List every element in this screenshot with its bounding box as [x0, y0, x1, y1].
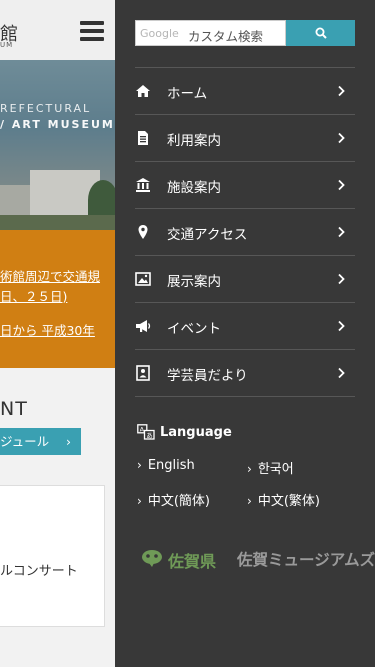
home-icon — [136, 85, 150, 97]
map-pin-icon — [138, 225, 148, 239]
hero-text-line2: / ART MUSEUM — [0, 118, 115, 131]
building-icon — [136, 178, 150, 192]
notice-link[interactable]: 術館周辺で交通規 — [0, 266, 100, 285]
menu-item-guide[interactable]: 利用案内 — [135, 115, 355, 162]
megaphone-icon — [136, 320, 151, 332]
navigation-drawer: Google カスタム検索 ホーム 利用案内 施設案内 交通アクセス 展示案内 … — [115, 0, 375, 667]
chevron-right-icon: › — [247, 494, 252, 508]
event-card-title: ルコンサート — [0, 564, 78, 579]
chevron-right-icon — [338, 320, 345, 332]
menu-item-label: イベント — [167, 321, 221, 337]
menu-item-label: 利用案内 — [167, 133, 221, 149]
image-icon — [135, 272, 151, 286]
chevron-right-icon — [338, 132, 345, 144]
hero-text-line1: REFECTURAL — [0, 102, 92, 115]
chevron-right-icon — [338, 367, 345, 379]
search-input[interactable]: Google カスタム検索 — [135, 20, 286, 46]
language-link-simplified-chinese[interactable]: › 中文(簡体) — [137, 490, 210, 509]
menu-item-label: 施設案内 — [167, 180, 221, 196]
menu-item-label: 交通アクセス — [167, 227, 248, 243]
menu-item-events[interactable]: イベント — [135, 303, 355, 350]
menu-item-curator-news[interactable]: 学芸員だより — [135, 350, 355, 397]
saga-museums-logo[interactable]: 佐賀ミュージアムズ — [237, 548, 375, 570]
chevron-right-icon: › — [137, 458, 142, 472]
translate-icon: A あ — [137, 424, 155, 440]
menu-item-label: 学芸員だより — [167, 368, 248, 384]
language-link-label: 中文(繁体) — [257, 494, 320, 509]
language-link-label: 한국어 — [257, 462, 294, 477]
menu-item-label: 展示案内 — [167, 274, 221, 290]
language-link-label: English — [147, 458, 195, 473]
menu-item-exhibitions[interactable]: 展示案内 — [135, 256, 355, 303]
menu-item-facility[interactable]: 施設案内 — [135, 162, 355, 209]
hero-tree — [88, 180, 118, 220]
chevron-right-icon: › — [247, 462, 252, 476]
svg-text:あ: あ — [146, 431, 153, 439]
chevron-right-icon — [338, 273, 345, 285]
chevron-right-icon — [338, 226, 345, 238]
language-label: Language — [160, 425, 232, 440]
search-button[interactable] — [286, 20, 355, 46]
saga-prefecture-mark-icon — [142, 550, 162, 567]
hamburger-menu-icon[interactable] — [80, 21, 104, 41]
chevron-right-icon: › — [137, 494, 142, 508]
chevron-right-icon — [338, 85, 345, 97]
language-link-traditional-chinese[interactable]: › 中文(繁体) — [247, 490, 320, 509]
schedule-button[interactable]: ジュール › — [0, 428, 81, 455]
chevron-right-icon: › — [66, 434, 71, 449]
search-placeholder: カスタム検索 — [188, 29, 264, 44]
language-link-label: 中文(簡体) — [147, 494, 210, 509]
menu-item-label: ホーム — [167, 86, 208, 102]
menu-item-home[interactable]: ホーム — [135, 68, 355, 115]
language-link-korean[interactable]: › 한국어 — [247, 458, 294, 477]
document-icon — [138, 131, 148, 145]
site-logo-sub: UM — [0, 41, 14, 49]
event-card[interactable]: ルコンサート — [0, 485, 105, 627]
chevron-right-icon — [338, 179, 345, 191]
event-heading: NT — [0, 398, 28, 420]
menu-item-access[interactable]: 交通アクセス — [135, 209, 355, 256]
notice-link[interactable]: 日から 平成30年 — [0, 320, 95, 339]
notebook-icon — [136, 365, 150, 381]
google-brand-label: Google — [140, 27, 179, 40]
schedule-button-label: ジュール — [0, 434, 50, 449]
main-menu: ホーム 利用案内 施設案内 交通アクセス 展示案内 イベント 学芸員だより — [135, 67, 355, 397]
language-link-english[interactable]: › English — [137, 458, 195, 473]
saga-prefecture-logo-text: 佐賀県 — [168, 552, 217, 571]
search-icon — [315, 27, 327, 39]
notice-link[interactable]: 日、２５日) — [0, 286, 67, 305]
